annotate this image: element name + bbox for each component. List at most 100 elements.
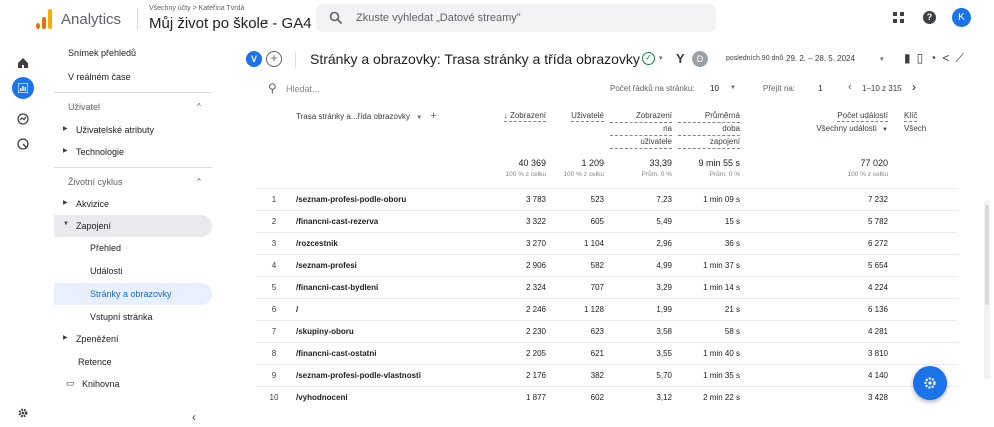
row-views: 2 246 — [466, 297, 552, 320]
left-rail — [0, 38, 48, 427]
nav-item-retention[interactable]: Retence — [54, 351, 212, 373]
nav-section-user[interactable]: Uživatel — [68, 102, 100, 112]
chevron-down-icon[interactable]: ▼ — [416, 115, 422, 121]
row-page-path[interactable]: /financni-cast-rezerva — [292, 209, 466, 232]
comparison-badge[interactable]: V — [246, 51, 262, 67]
ai-insights-button[interactable] — [913, 366, 947, 400]
table-row[interactable]: 6/2 246 1 128 1,99 21 s6 136 — [256, 297, 958, 320]
col-header-key-events[interactable]: Klíč Všech — [894, 106, 958, 158]
row-page-path[interactable]: / — [292, 297, 466, 320]
add-comparison-button[interactable]: + — [266, 51, 282, 67]
chevron-up-icon[interactable]: ^ — [197, 177, 201, 186]
total-events: 77 020 100 % z celku — [847, 158, 888, 178]
scrollbar-thumb[interactable] — [985, 205, 989, 305]
insights-icon[interactable]: ◔ — [929, 51, 942, 65]
date-range-value[interactable]: 29. 2. – 28. 5. 2024 — [786, 54, 855, 63]
row-avg-engagement: 21 s — [678, 297, 746, 320]
table-row[interactable]: 3/rozcestnik 3 270 1 104 2,96 36 s6 272 — [256, 231, 958, 254]
chevron-down-icon[interactable]: ▾ — [264, 17, 268, 26]
col-header-label: Zobrazení — [610, 110, 672, 123]
nav-item-events[interactable]: Události — [54, 260, 212, 282]
avatar[interactable]: K — [952, 8, 971, 27]
advertising-icon[interactable] — [12, 133, 34, 155]
row-page-path[interactable]: /financni-cast-ostatni — [292, 341, 466, 364]
row-page-path[interactable]: /seznam-profesi-podle-oboru — [292, 187, 466, 210]
nav-item-monetization[interactable]: ▶ Zpeněžení — [54, 328, 212, 350]
apps-grid-icon[interactable] — [893, 12, 904, 23]
goto-input[interactable]: 1 — [818, 84, 822, 93]
chevron-down-icon[interactable]: ▾ — [880, 55, 884, 63]
table-row[interactable]: 5/financni-cast-bydleni 2 324 707 3,29 1 min… — [256, 275, 958, 298]
share-icon[interactable]: < — [942, 51, 955, 65]
rows-per-page-select[interactable]: 10 — [710, 84, 719, 93]
next-page-icon[interactable]: › — [912, 80, 916, 94]
divider — [54, 167, 212, 168]
table-search-input[interactable]: Hledat... — [286, 84, 320, 94]
row-views-per-user: 3,55 — [610, 341, 678, 364]
row-views-per-user: 3,58 — [610, 319, 678, 342]
col-header-users[interactable]: Uživatelé — [552, 106, 610, 158]
home-icon[interactable] — [12, 52, 34, 74]
property-selector[interactable]: Můj život po škole - GA4 — [149, 15, 312, 32]
filter-icon[interactable]: Y — [676, 51, 685, 66]
add-dimension-icon[interactable]: + — [430, 110, 436, 122]
nav-realtime[interactable]: V reálném čase — [68, 72, 131, 82]
reports-icon[interactable] — [12, 77, 34, 99]
key-event-filter[interactable]: Všech — [904, 124, 926, 133]
trend-icon[interactable]: ⟋ — [955, 51, 969, 65]
nav-item-landing-page[interactable]: Vstupní stránka — [54, 306, 212, 328]
chevron-up-icon[interactable]: ^ — [197, 102, 201, 111]
nav-item-library[interactable]: ▭ Knihovna — [54, 373, 212, 395]
row-events: 5 654 — [746, 253, 894, 276]
col-header-views[interactable]: ↓ Zobrazení — [466, 106, 552, 158]
search-input[interactable]: Zkuste vyhledat „Datové streamy" — [316, 4, 716, 32]
nav-item-user-attributes[interactable]: ▶ Uživatelské atributy — [54, 119, 212, 141]
nav-item-pages-and-screens[interactable]: Stránky a obrazovky — [54, 283, 212, 305]
row-page-path[interactable]: /skupiny-oboru — [292, 319, 466, 342]
nav-section-lifecycle[interactable]: Životní cyklus — [68, 177, 123, 187]
table-row[interactable]: 2/financni-cast-rezerva 3 322 605 5,49 15 s5… — [256, 209, 958, 232]
nav-item-overview[interactable]: Přehled — [54, 237, 212, 259]
account-breadcrumb[interactable]: Všechny účty > Kateřina Tvrdá — [149, 5, 244, 12]
filter-badge[interactable]: D — [692, 51, 708, 67]
nav-item-acquisition[interactable]: ▶ Akvizice — [54, 193, 212, 215]
check-circle-icon[interactable]: ✓ — [642, 52, 655, 65]
event-filter-select[interactable]: Všechny události — [816, 124, 876, 133]
row-views-per-user: 7,23 — [610, 187, 678, 210]
table-row[interactable]: 7/skupiny-oboru 2 230 623 3,58 58 s4 281 — [256, 319, 958, 342]
row-page-path[interactable]: /seznam-profesi — [292, 253, 466, 276]
col-header-avg-engagement[interactable]: Průměrná doba zapojení — [678, 106, 746, 158]
customize-report-icon[interactable]: ▮▯ — [904, 51, 929, 65]
chevron-down-icon[interactable]: ▼ — [882, 127, 888, 133]
col-header-views-per-user[interactable]: Zobrazení na uživatele — [610, 106, 678, 158]
row-page-path[interactable]: /vyhodnoceni — [292, 385, 466, 408]
divider — [54, 92, 212, 93]
dimension-header-label: Trasa stránky a...řída obrazovky — [296, 112, 410, 121]
rows-per-page-label: Počet řádků na stránku: — [610, 84, 695, 93]
table-row[interactable]: 8/financni-cast-ostatni 2 205 621 3,55 1 min… — [256, 341, 958, 364]
nav-snapshot[interactable]: Snímek přehledů — [68, 48, 136, 58]
explore-icon[interactable] — [12, 108, 34, 130]
collapse-chevron-icon[interactable]: ‹ — [192, 410, 196, 424]
analytics-logo-icon[interactable] — [36, 9, 52, 29]
dimension-header[interactable]: Trasa stránky a...řída obrazovky ▼ + — [292, 106, 466, 158]
nav-item-engagement[interactable]: ▼ Zapojení — [54, 215, 212, 237]
row-page-path[interactable]: /seznam-profesi-podle-vlastnosti — [292, 363, 466, 386]
row-page-path[interactable]: /financni-cast-bydleni — [292, 275, 466, 298]
search-placeholder: Zkuste vyhledat „Datové streamy" — [356, 12, 521, 24]
chevron-down-icon[interactable]: ▾ — [659, 54, 663, 62]
nav-item-technology[interactable]: ▶ Technologie — [54, 141, 212, 163]
row-key-events — [894, 319, 958, 342]
help-icon[interactable]: ? — [923, 11, 936, 24]
date-range-label[interactable]: posledních 90 dnů — [726, 55, 783, 62]
col-header-event-count[interactable]: Počet událostí Všechny události ▼ — [746, 106, 894, 158]
prev-page-icon[interactable]: ‹ — [848, 81, 852, 93]
table-row[interactable]: 10/vyhodnoceni 1 877 602 3,12 2 min 22 s3 42… — [256, 385, 958, 408]
row-index: 9 — [256, 363, 292, 386]
settings-gear-icon[interactable] — [12, 402, 34, 424]
table-row[interactable]: 1/seznam-profesi-podle-oboru 3 783 523 7,23… — [256, 187, 958, 210]
row-page-path[interactable]: /rozcestnik — [292, 231, 466, 254]
table-row[interactable]: 4/seznam-profesi 2 906 582 4,99 1 min 37 s5 … — [256, 253, 958, 276]
chevron-down-icon[interactable]: ▼ — [730, 85, 736, 91]
table-row[interactable]: 9/seznam-profesi-podle-vlastnosti 2 176 38… — [256, 363, 958, 386]
